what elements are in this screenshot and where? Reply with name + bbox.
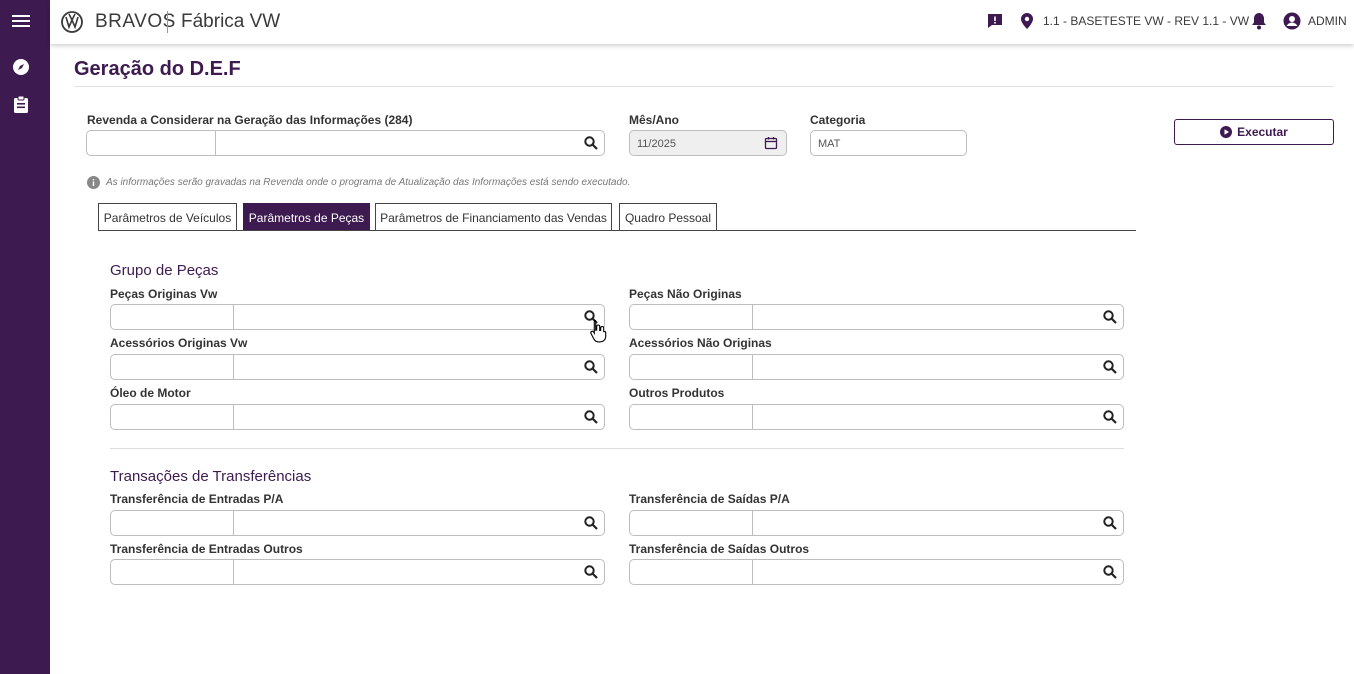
search-icon[interactable] [1103,310,1117,324]
tab-underline [98,230,1136,231]
pecas-originais-vw-field [110,304,605,330]
field-label: Outros Produtos [629,386,725,400]
field-label: Peças Não Originas [629,287,742,301]
tab-label: Quadro Pessoal [624,210,712,225]
compass-icon[interactable] [11,57,31,77]
code-input[interactable] [111,511,234,535]
search-icon[interactable] [584,360,598,374]
sidebar [0,0,50,674]
play-circle-icon [1220,126,1233,138]
mesano-value: 11/2025 [637,138,676,150]
field-label: Transferência de Entradas P/A [110,492,284,506]
location-selector[interactable]: 1.1 - BASETESTE VW - REV 1.1 - VW [1043,14,1249,28]
location-label: 1.1 - BASETESTE VW - REV 1.1 - VW [1043,14,1250,28]
notifications-icon[interactable] [1251,12,1267,30]
acessorios-nao-originais-field [629,354,1124,380]
info-icon [87,176,100,189]
mesano-label: Mês/Ano [629,113,680,127]
field-label: Peças Originas Vw [110,287,218,301]
search-icon[interactable] [1103,565,1117,579]
transferencia-saidas-pa-field [629,510,1124,536]
oleo-motor-field [110,404,605,430]
acessorios-originais-vw-field [110,354,605,380]
info-note: As informações serão gravadas na Revenda… [87,176,630,189]
code-input[interactable] [111,355,234,379]
code-input[interactable] [630,305,753,329]
title-divider [74,86,1334,87]
execute-button[interactable]: Executar [1174,119,1334,145]
page-title: Geração do D.E.F [74,58,241,80]
search-icon[interactable] [1103,516,1117,530]
user-avatar-icon[interactable] [1283,12,1301,30]
categoria-label: Categoria [810,113,866,127]
search-icon[interactable] [1103,410,1117,424]
code-input[interactable] [630,560,753,584]
revenda-code-input[interactable] [87,131,216,155]
search-icon[interactable] [584,565,598,579]
revenda-label: Revenda a Considerar na Geração das Info… [87,113,413,127]
execute-label: Executar [1237,125,1288,139]
tab-quadro-pessoal[interactable]: Quadro Pessoal [619,203,717,231]
tab-label: Parâmetros de Veículos [103,210,232,225]
search-icon[interactable] [1103,360,1117,374]
search-icon[interactable] [584,136,598,150]
info-text: As informações serão gravadas na Revenda… [106,177,631,188]
code-input[interactable] [111,405,234,429]
field-label: Transferência de Saídas P/A [629,492,790,506]
categoria-value: MAT [818,138,841,150]
menu-icon[interactable] [11,11,31,31]
transferencia-entradas-outros-field [110,559,605,585]
section-title-transacoes: Transações de Transferências [110,468,312,485]
transferencia-saidas-outros-field [629,559,1124,585]
hand-pointer-icon [590,319,607,343]
top-bar: BRAVOS Fábrica VW 1.1 - BASETESTE VW - R… [50,0,1354,44]
section-divider [110,448,1124,449]
field-label: Transferência de Entradas Outros [110,542,303,556]
categoria-select[interactable]: MAT [810,130,967,156]
search-icon[interactable] [584,410,598,424]
vw-logo-icon [61,11,83,33]
location-icon[interactable] [1020,12,1034,30]
brand-subtitle: Fábrica VW [181,11,281,32]
user-name: ADMIN [1308,14,1347,28]
field-label: Óleo de Motor [110,386,191,400]
field-label: Transferência de Saídas Outros [629,542,810,556]
brand-divider [167,11,168,33]
revenda-field [86,130,605,156]
pecas-nao-originais-field [629,304,1124,330]
code-input[interactable] [630,405,753,429]
mesano-input[interactable]: 11/2025 [629,130,787,156]
search-icon[interactable] [584,516,598,530]
tab-parametros-financiamento[interactable]: Parâmetros de Financiamento das Vendas [375,203,612,231]
calendar-icon[interactable] [764,136,778,150]
field-label: Acessórios Originas Vw [110,336,248,350]
code-input[interactable] [111,560,234,584]
tab-label: Parâmetros de Financiamento das Vendas [380,210,607,225]
code-input[interactable] [630,355,753,379]
feedback-icon[interactable] [986,12,1004,30]
field-label: Acessórios Não Originas [629,336,772,350]
outros-produtos-field [629,404,1124,430]
tab-parametros-veiculos[interactable]: Parâmetros de Veículos [98,203,237,231]
tab-parametros-pecas[interactable]: Parâmetros de Peças [243,203,370,231]
code-input[interactable] [630,511,753,535]
tab-label: Parâmetros de Peças [248,210,365,225]
user-menu[interactable]: ADMIN [1308,14,1347,28]
code-input[interactable] [111,305,234,329]
transferencia-entradas-pa-field [110,510,605,536]
section-title-grupo-pecas: Grupo de Peças [110,262,219,279]
clipboard-icon[interactable] [11,94,31,114]
brand-name: BRAVOS [95,11,176,32]
